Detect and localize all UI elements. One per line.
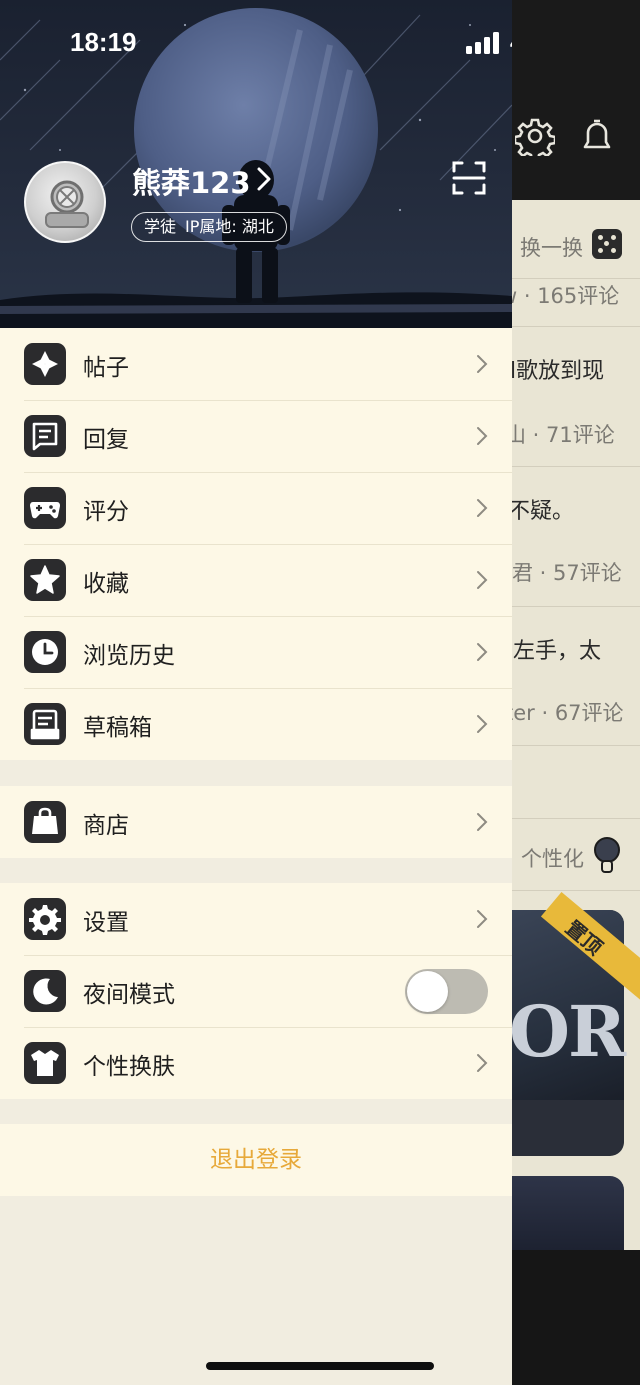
divider (512, 606, 640, 607)
menu-item-skin[interactable]: 个性换肤 (0, 1027, 512, 1099)
gamepad-icon (24, 487, 66, 529)
menu-item-night-mode: 夜间模式 (0, 955, 512, 1027)
star-icon (24, 559, 66, 601)
feed-item-title[interactable]: 不疑。 (508, 493, 574, 525)
menu-item-posts[interactable]: 帖子 (0, 328, 512, 400)
tshirt-icon (24, 1042, 66, 1084)
chevron-right-icon[interactable] (256, 166, 272, 192)
menu-group-main: 帖子 回复 评分 收藏 浏览历史 草稿箱 (0, 328, 512, 760)
chevron-right-icon (477, 499, 488, 517)
chevron-right-icon (477, 571, 488, 589)
chevron-right-icon (477, 813, 488, 831)
clock-icon (24, 631, 66, 673)
feed-item-meta: 山 · 71评论 (505, 423, 615, 447)
level-tag: 学徒 (144, 217, 177, 236)
side-drawer: 18:19 4G 熊莽123 (0, 0, 512, 1385)
ip-location: IP属地: 湖北 (185, 217, 274, 236)
menu-item-drafts[interactable]: 草稿箱 (0, 688, 512, 760)
menu-item-label: 评分 (83, 499, 129, 525)
toggle-knob (407, 971, 448, 1012)
signal-icon (466, 32, 499, 54)
replies-icon (24, 415, 66, 457)
divider (512, 745, 640, 746)
feed-item-title[interactable]: 左手，太 (513, 633, 601, 665)
divider (512, 326, 640, 327)
bell-icon[interactable] (577, 116, 617, 156)
settings-gear-icon[interactable] (515, 116, 555, 156)
status-time: 18:19 (70, 27, 137, 57)
divider (512, 278, 640, 279)
profile-header: 18:19 4G 熊莽123 (0, 0, 512, 328)
gear-icon (24, 898, 66, 940)
moon-icon (24, 970, 66, 1012)
feed-item-meta: 君 · 57评论 (512, 561, 622, 585)
menu-item-favorites[interactable]: 收藏 (0, 544, 512, 616)
personalize-label[interactable]: 个性化 (521, 843, 584, 873)
feed-item-meta: ter · 67评论 (505, 701, 624, 725)
menu-item-shop[interactable]: 商店 (0, 786, 512, 858)
menu-group-shop: 商店 (0, 786, 512, 858)
chevron-right-icon (477, 427, 488, 445)
menu-item-label: 浏览历史 (83, 643, 175, 669)
chevron-right-icon (477, 1054, 488, 1072)
refresh-label[interactable]: 换一换 (520, 232, 583, 262)
lightbulb-icon[interactable] (592, 836, 622, 874)
menu-item-label: 个性换肤 (83, 1054, 175, 1080)
scan-icon[interactable] (451, 160, 487, 196)
network-type: 4G (510, 30, 512, 56)
home-indicator (206, 1362, 434, 1370)
background-top-bar (512, 0, 640, 200)
shopping-bag-icon (24, 801, 66, 843)
menu-item-label: 草稿箱 (83, 715, 152, 741)
drafts-icon (24, 703, 66, 745)
post-card[interactable] (512, 1176, 624, 1250)
chevron-right-icon (477, 715, 488, 733)
diving-helmet-icon (45, 180, 89, 228)
menu-item-label: 回复 (83, 427, 129, 453)
menu-item-label: 收藏 (83, 571, 129, 597)
menu-item-history[interactable]: 浏览历史 (0, 616, 512, 688)
feed-item-title[interactable]: l歌放到现 (510, 353, 604, 385)
menu-item-label: 设置 (83, 910, 129, 936)
menu-item-label: 夜间模式 (83, 982, 175, 1008)
logout-button[interactable]: 退出登录 (0, 1124, 512, 1196)
menu-group-settings: 设置 夜间模式 个性换肤 (0, 883, 512, 1099)
background-bottom-area (512, 1250, 640, 1385)
divider (512, 466, 640, 467)
card-logo-text: OR (509, 990, 626, 1073)
chevron-right-icon (477, 643, 488, 661)
menu-item-replies[interactable]: 回复 (0, 400, 512, 472)
profile-tag: 学徒 IP属地: 湖北 (131, 212, 287, 242)
menu-item-label: 帖子 (83, 355, 129, 381)
divider (512, 818, 640, 819)
feed-item-meta: w · 165评论 (500, 284, 620, 308)
avatar[interactable] (24, 161, 106, 243)
dice-icon[interactable] (592, 229, 622, 259)
menu-item-ratings[interactable]: 评分 (0, 472, 512, 544)
menu-item-label: 商店 (83, 813, 129, 839)
posts-icon (24, 343, 66, 385)
night-mode-toggle[interactable] (405, 969, 488, 1014)
divider (512, 890, 640, 891)
chevron-right-icon (477, 355, 488, 373)
chevron-right-icon (477, 910, 488, 928)
menu-item-settings[interactable]: 设置 (0, 883, 512, 955)
username[interactable]: 熊莽123 (132, 160, 251, 202)
